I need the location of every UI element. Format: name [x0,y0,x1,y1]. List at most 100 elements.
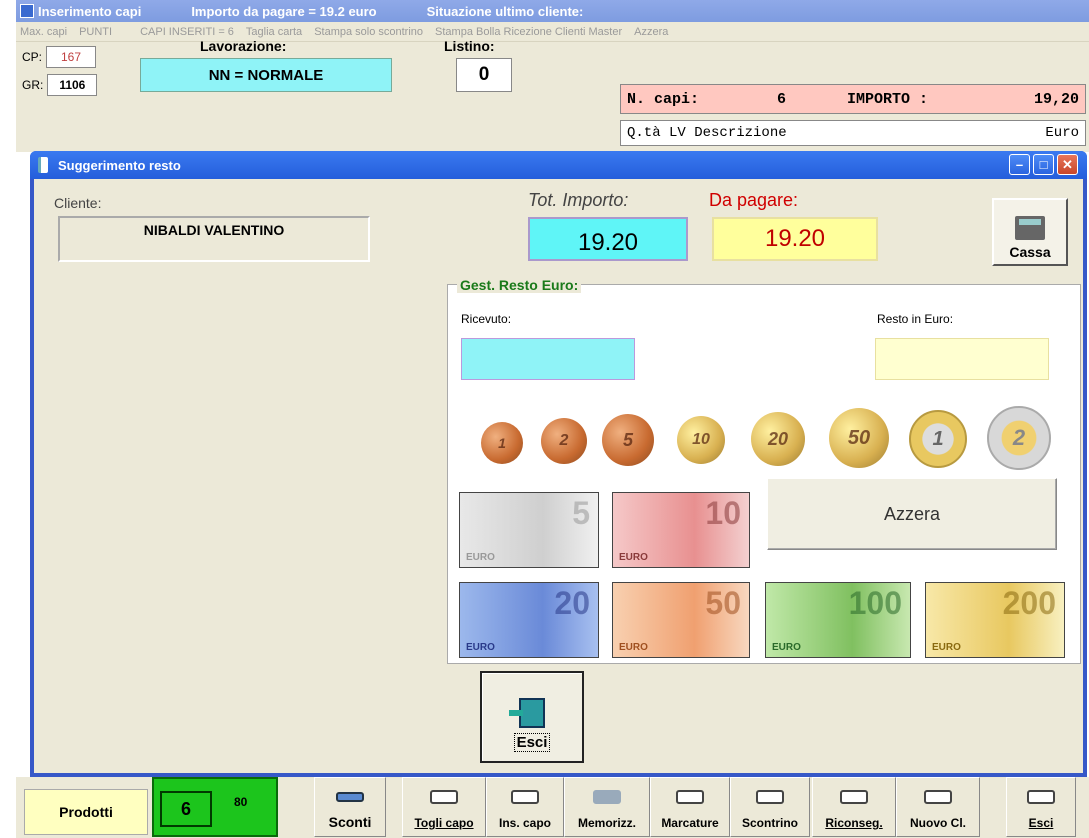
receipt-printer-icon [756,790,784,804]
marcature-label: Marcature [661,816,719,830]
ncapi-label: N. capi: [627,90,700,108]
banknote-50-euro-icon[interactable]: 50 EURO [612,582,750,658]
gr-row: GR: 1106 [22,74,98,96]
nuovo-cliente-button[interactable]: Nuovo Cl. [896,777,980,837]
handshake-icon [840,790,868,804]
coin-5-cent-icon[interactable]: 5 [602,414,654,466]
exit-door-icon [1027,790,1055,804]
scontrino-button[interactable]: Scontrino [730,777,810,837]
togli-capo-label: Togli capo [414,816,474,830]
dialog-titlebar[interactable]: Suggerimento resto – □ ✕ [30,151,1087,179]
azzera-button[interactable]: Azzera [767,478,1057,550]
banknote-100-euro-icon[interactable]: 100 EURO [765,582,911,658]
coin-1-cent-icon[interactable]: 1 [481,422,523,464]
banknote-10-small: EURO [619,552,648,563]
coin-1-euro-icon[interactable]: 1 [909,410,967,468]
minimize-button[interactable]: – [1009,154,1030,175]
cassa-label: Cassa [1009,244,1051,260]
lavorazione-label: Lavorazione: [200,38,287,54]
da-pagare-label: Da pagare: [709,190,799,210]
menu-bar: Max. capi PUNTI CAPI INSERITI = 6 Taglia… [16,22,1089,42]
description-header: Q.tà LV Descrizione Euro [620,120,1086,146]
banknote-10-euro-icon[interactable]: 10 EURO [612,492,750,568]
people-icon [924,790,952,804]
coin-10-cent-icon[interactable]: 10 [677,416,725,464]
sconti-label: Sconti [328,814,372,830]
capi-summary: N. capi: 6 IMPORTO : 19,20 [620,84,1086,114]
coin-50-cent-icon[interactable]: 50 [829,408,889,468]
hanger-add-icon [511,790,539,804]
keyboard-icon [336,792,364,802]
exit-door-icon [509,698,545,728]
gr-value: 1106 [47,74,98,96]
resto-group-title: Gest. Resto Euro: [457,277,582,293]
listino-value[interactable]: 0 [456,58,512,92]
prodotti-button[interactable]: Prodotti [24,789,148,835]
dialog-title: Suggerimento resto [58,157,181,173]
dialog-icon [38,157,48,173]
ins-capo-button[interactable]: Ins. capo [486,777,564,837]
da-pagare-value: 19.20 [712,217,878,261]
menu-max-capi[interactable]: Max. capi [20,26,67,38]
cp-label: CP: [22,50,43,64]
close-button[interactable]: ✕ [1057,154,1078,175]
tot-importo-label: Tot. Importo: [528,190,629,210]
banknote-100-small: EURO [772,642,801,653]
printer-icon [676,790,704,804]
coin-2-cent-icon[interactable]: 2 [541,418,587,464]
menu-capi-inseriti[interactable]: CAPI INSERITI = 6 [140,26,234,38]
scontrino-label: Scontrino [742,816,798,830]
banknote-20-small: EURO [466,642,495,653]
maximize-button[interactable]: □ [1033,154,1054,175]
bottom-toolbar: Prodotti 6 80 Sconti Togli capo Ins. cap… [16,777,1089,838]
importo-label: IMPORTO : [847,90,929,108]
menu-taglia-carta[interactable]: Taglia carta [246,26,302,38]
memorizz-button[interactable]: Memorizz. [564,777,650,837]
esci-toolbar-button[interactable]: Esci [1006,777,1076,837]
menu-stampa-scontrino[interactable]: Stampa solo scontrino [314,26,423,38]
menu-azzera[interactable]: Azzera [634,26,668,38]
resto-euro-label: Resto in Euro: [877,312,954,326]
banknote-200-value: 200 [1002,585,1056,621]
ricevuto-label: Ricevuto: [461,312,512,326]
coin-20-cent-icon[interactable]: 20 [751,412,805,466]
menu-punti[interactable]: PUNTI [79,26,112,38]
riconseg-button[interactable]: Riconseg. [812,777,896,837]
importo-title: Importo da pagare = 19.2 euro [191,3,377,19]
nuovo-cliente-label: Nuovo Cl. [910,816,966,830]
lavorazione-value[interactable]: NN = NORMALE [140,58,392,92]
ncapi-value: 6 [777,90,787,108]
esci-toolbar-label: Esci [1028,816,1054,830]
listino-label: Listino: [444,38,495,54]
importo-value: 19,20 [1033,90,1079,108]
counter-small-value: 80 [234,795,248,809]
esci-button[interactable]: Esci [480,671,584,763]
banknote-20-euro-icon[interactable]: 20 EURO [459,582,599,658]
resto-group: Gest. Resto Euro: Ricevuto: Resto in Eur… [447,277,1081,664]
sconti-button[interactable]: Sconti [314,777,386,837]
banknote-200-euro-icon[interactable]: 200 EURO [925,582,1065,658]
coin-2-euro-icon[interactable]: 2 [987,406,1051,470]
esci-label: Esci [513,733,551,752]
marcature-button[interactable]: Marcature [650,777,730,837]
banknote-200-small: EURO [932,642,961,653]
cash-register-icon [1015,216,1045,240]
ricevuto-input[interactable] [461,338,635,380]
counter-panel: 6 80 [152,777,278,837]
cliente-label: Cliente: [54,195,102,211]
banknote-20-value: 20 [554,585,590,621]
menu-stampa-bolla[interactable]: Stampa Bolla Ricezione Clienti Master [435,26,622,38]
banknote-5-small: EURO [466,552,495,563]
app-icon [20,4,34,18]
desc-header-left: Q.tà LV Descrizione [627,125,787,141]
cp-row: CP: 167 [22,46,97,68]
checkmark-icon [593,790,621,804]
cp-value: 167 [46,46,97,68]
togli-capo-button[interactable]: Togli capo [402,777,486,837]
cassa-button[interactable]: Cassa [992,198,1068,266]
desc-header-right: Euro [1045,125,1079,141]
banknote-10-value: 10 [705,495,741,531]
banknote-5-euro-icon[interactable]: 5 EURO [459,492,599,568]
riconseg-label: Riconseg. [825,816,883,830]
situazione-title: Situazione ultimo cliente: [426,3,584,19]
